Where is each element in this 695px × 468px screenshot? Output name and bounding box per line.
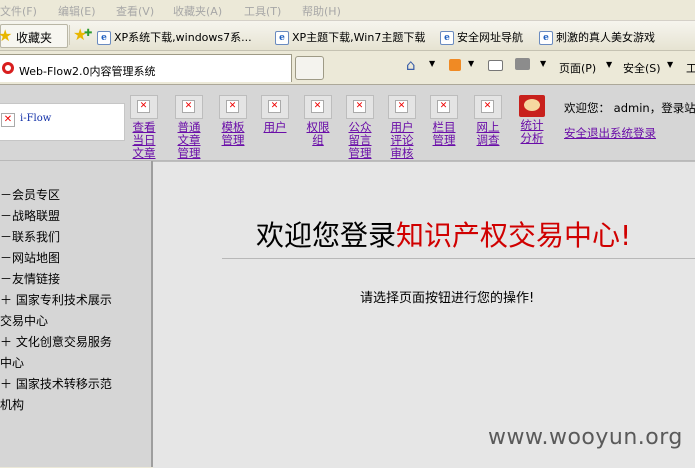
nav-label: 普通 文章 管理 [177,120,201,160]
menu-tools[interactable]: 工具(T) [244,3,281,19]
ie-page-icon: e [539,31,553,45]
mail-icon[interactable] [488,60,503,71]
safety-menu[interactable]: 安全(S) [623,60,661,76]
nav-column-management[interactable]: ✕ 栏目 管理 [428,95,460,147]
favorites-button-label: 收藏夹 [16,31,53,45]
favorites-bar: ★ 收藏夹 ★ ✚ e XP系统下载,windows7系... e XP主题下载,W… [0,21,695,51]
ie-page-icon: e [275,31,289,45]
rss-feed-icon[interactable] [449,59,461,71]
nav-label: 用户 [263,120,287,134]
favorites-button[interactable]: ★ 收藏夹 [0,24,68,48]
title-black: 欢迎您登录 [256,219,397,252]
ie-page-icon: e [97,31,111,45]
page-dropdown-icon: ▼ [606,60,613,69]
favorite-link-xp-download[interactable]: e XP系统下载,windows7系... [97,29,252,45]
favorites-star-icon: ★ [0,26,13,45]
nav-label: 权限组 [306,120,330,147]
print-icon[interactable] [515,58,530,70]
favorite-link-game[interactable]: e 刺激的真人美女游戏 [539,29,655,45]
nav-permission-group[interactable]: ✕ 权限组 [302,95,334,147]
broken-image-icon: ✕ [304,95,332,119]
broken-image-icon: ✕ [430,95,458,119]
broken-image-icon: ✕ [474,95,502,119]
broken-image-icon: ✕ [130,95,158,119]
nav-user-comment-review[interactable]: ✕ 用户 评论 审核 [386,95,418,160]
nav-template-management[interactable]: ✕ 模板 管理 [217,95,249,147]
nav-label: 栏目 管理 [432,120,456,147]
sidebar-item-cultural-creative-cont[interactable]: 中心 [0,353,24,374]
brand-logo: ✕ i-Flow [0,103,125,141]
tab-bar: Web-Flow2.0内容管理系统 ⌂ ▼ ▼ ▼ 页面(P) ▼ 安全(S) … [0,51,695,85]
sidebar-item-patent-exhibition[interactable]: ＋ 国家专利技术展示 [0,290,112,311]
sidebar-item-friend-links[interactable]: －友情链接 [0,269,60,290]
app-header: ✕ i-Flow ✕ 查看 当日 文章 ✕ 普通 文章 管理 ✕ 模板 管理 ✕ 用户 ✕… [0,85,695,161]
statistics-icon [519,95,545,117]
divider [69,25,70,45]
nav-users[interactable]: ✕ 用户 [259,95,291,134]
home-icon[interactable]: ⌂ [406,56,420,74]
nav-label: 公众 留言 管理 [348,120,372,160]
menu-file[interactable]: 文件(F) [0,3,37,19]
sidebar-item-strategic-alliance[interactable]: －战略联盟 [0,206,60,227]
menu-help[interactable]: 帮助(H) [302,3,341,19]
sidebar: －会员专区 －战略联盟 －联系我们 －网站地图 －友情链接 ＋ 国家专利技术展示… [0,161,153,467]
title-red: 知识产权交易中心! [396,219,632,252]
nav-statistics-analysis[interactable]: 统计 分析 [516,95,548,145]
broken-image-icon: ✕ [346,95,374,119]
nav-view-today-articles[interactable]: ✕ 查看 当日 文章 [128,95,160,160]
browser-menubar: 文件(F) 编辑(E) 查看(V) 收藏夹(A) 工具(T) 帮助(H) [0,0,695,21]
site-logo-icon [2,62,14,74]
sidebar-item-tech-transfer[interactable]: ＋ 国家技术转移示范 [0,374,112,395]
tools-menu[interactable]: 工 [686,60,695,76]
title-divider [222,258,695,259]
sidebar-item-cultural-creative[interactable]: ＋ 文化创意交易服务 [0,332,112,353]
nav-label: 查看 当日 文章 [132,120,156,160]
instruction-text: 请选择页面按钮进行您的操作! [360,291,535,306]
menu-edit[interactable]: 编辑(E) [58,3,96,19]
home-dropdown-icon[interactable]: ▼ [429,59,435,68]
broken-image-icon: ✕ [175,95,203,119]
new-tab-button[interactable] [295,56,324,80]
tab-title: Web-Flow2.0内容管理系统 [19,65,156,78]
nav-public-message-management[interactable]: ✕ 公众 留言 管理 [344,95,376,160]
main-content: 欢迎您登录知识产权交易中心! 请选择页面按钮进行您的操作! [153,161,695,468]
page-title: 欢迎您登录知识产权交易中心! [256,214,631,254]
page-menu[interactable]: 页面(P) [559,60,596,76]
feed-dropdown-icon[interactable]: ▼ [468,59,474,68]
sidebar-item-contact-us[interactable]: －联系我们 [0,227,60,248]
logout-link[interactable]: 安全退出系统登录 [564,125,656,141]
sidebar-item-patent-exhibition-cont[interactable]: 交易中心 [0,311,48,332]
nav-label: 模板 管理 [221,120,245,147]
menu-favorites[interactable]: 收藏夹(A) [173,3,222,19]
broken-image-icon: ✕ [219,95,247,119]
sidebar-item-site-map[interactable]: －网站地图 [0,248,60,269]
tab-active[interactable]: Web-Flow2.0内容管理系统 [0,54,292,82]
sidebar-item-tech-transfer-cont[interactable]: 机构 [0,395,24,416]
nav-label: 统计 分析 [520,118,544,145]
welcome-text: 欢迎您： admin，登录站 [564,101,695,115]
ie-page-icon: e [440,31,454,45]
nav-article-management[interactable]: ✕ 普通 文章 管理 [173,95,205,160]
broken-image-icon: ✕ [388,95,416,119]
menu-view[interactable]: 查看(V) [116,3,154,19]
broken-image-icon: ✕ [1,113,15,127]
sidebar-item-member-zone[interactable]: －会员专区 [0,185,60,206]
safety-dropdown-icon: ▼ [667,60,674,69]
add-plus-icon: ✚ [84,28,93,39]
favorite-link-safe-nav[interactable]: e 安全网址导航 [440,29,523,45]
brand-name: i-Flow [20,113,52,124]
nav-label: 用户 评论 审核 [390,120,414,160]
print-dropdown-icon[interactable]: ▼ [540,59,546,68]
favorite-link-theme-download[interactable]: e XP主题下载,Win7主题下载 [275,29,425,45]
broken-image-icon: ✕ [261,95,289,119]
nav-online-survey[interactable]: ✕ 网上 调查 [472,95,504,147]
watermark: www.wooyun.org [488,425,683,450]
nav-label: 网上 调查 [476,120,500,147]
